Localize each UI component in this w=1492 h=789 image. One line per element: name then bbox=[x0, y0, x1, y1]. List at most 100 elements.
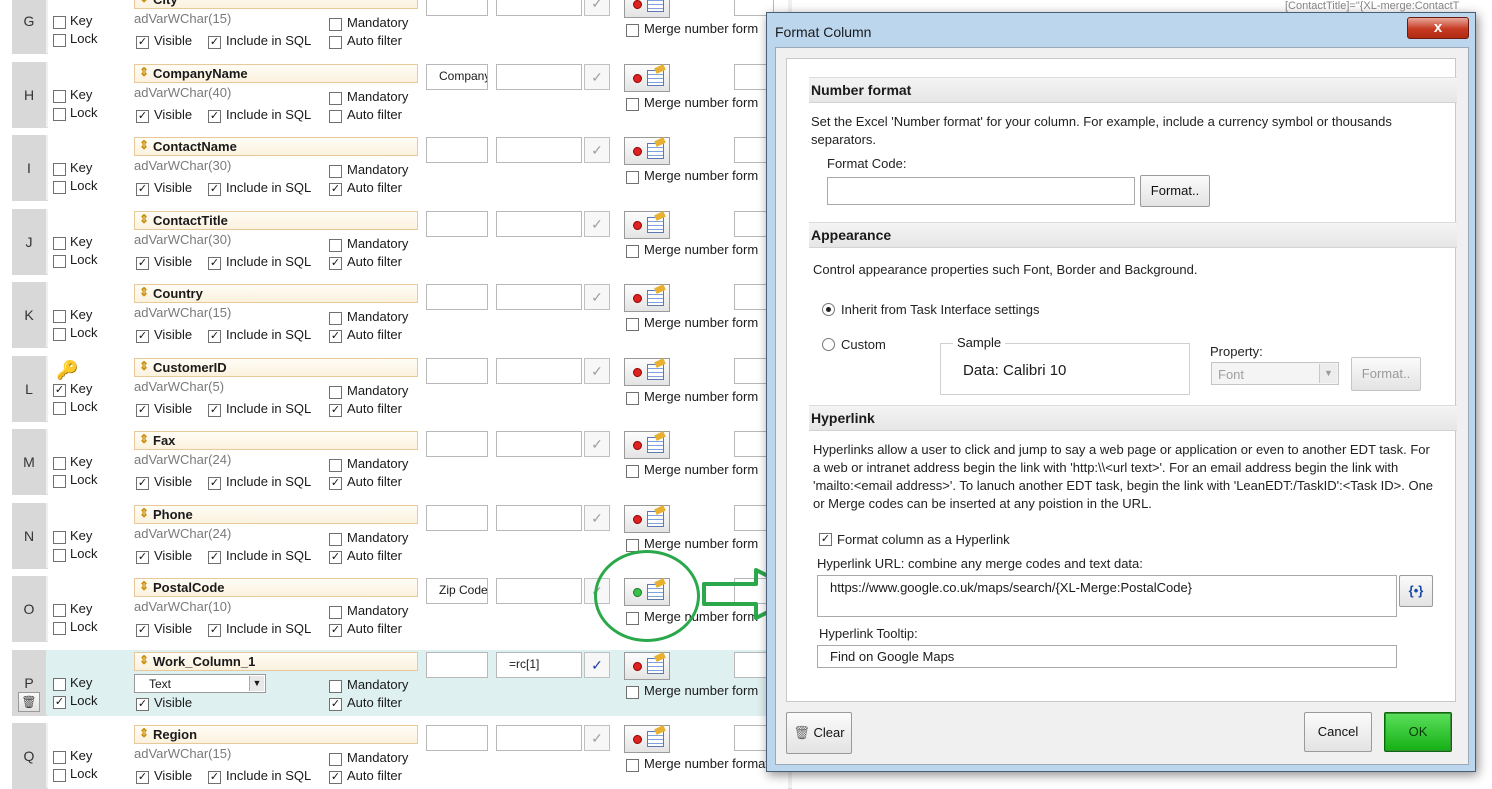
inherit-radio[interactable] bbox=[822, 303, 835, 316]
sort-order-icon[interactable]: ⇕ bbox=[139, 726, 149, 740]
lock-checkbox[interactable] bbox=[53, 769, 66, 782]
confirm-formula-button[interactable]: ✓ bbox=[584, 504, 610, 531]
field-name[interactable]: ⇕ City bbox=[134, 0, 418, 9]
include-sql-checkbox[interactable]: ✓ bbox=[208, 330, 221, 343]
visible-checkbox[interactable]: ✓ bbox=[136, 256, 149, 270]
merge-number-format-checkbox[interactable] bbox=[626, 97, 639, 111]
auto-filter-checkbox[interactable]: ✓ bbox=[329, 183, 342, 196]
sort-order-icon[interactable]: ⇕ bbox=[139, 579, 149, 593]
format-column-button[interactable] bbox=[624, 504, 670, 533]
lock-checkbox[interactable] bbox=[53, 34, 66, 47]
confirm-formula-button[interactable]: ✓ bbox=[584, 357, 610, 384]
mandatory-checkbox[interactable] bbox=[329, 91, 342, 105]
confirm-formula-button[interactable]: ✓ bbox=[584, 431, 610, 457]
close-button[interactable]: x bbox=[1407, 17, 1469, 39]
confirm-formula-button[interactable]: ✓ bbox=[584, 210, 610, 237]
field-name[interactable]: ⇕ ContactTitle bbox=[134, 210, 418, 230]
mandatory-checkbox[interactable] bbox=[329, 753, 342, 766]
include-sql-checkbox[interactable]: ✓ bbox=[208, 109, 221, 123]
header-text-input[interactable] bbox=[426, 210, 488, 237]
auto-filter-checkbox[interactable]: ✓ bbox=[329, 771, 342, 784]
sort-order-icon[interactable]: ⇕ bbox=[139, 653, 149, 667]
visible-checkbox[interactable]: ✓ bbox=[136, 550, 149, 564]
sort-order-icon[interactable]: ⇕ bbox=[139, 359, 149, 373]
appearance-format-button[interactable]: Format.. bbox=[1351, 357, 1421, 391]
header-text-input[interactable] bbox=[426, 137, 488, 163]
confirm-formula-button[interactable]: ✓ bbox=[584, 63, 610, 90]
confirm-formula-button[interactable]: ✓ bbox=[584, 284, 610, 310]
key-checkbox[interactable] bbox=[53, 677, 66, 691]
key-checkbox[interactable] bbox=[53, 310, 66, 323]
header-text-input[interactable] bbox=[426, 284, 488, 310]
mandatory-checkbox[interactable] bbox=[329, 459, 342, 472]
ok-button[interactable]: OK bbox=[1384, 712, 1452, 752]
format-column-button[interactable] bbox=[624, 137, 670, 165]
merge-number-format-checkbox[interactable] bbox=[626, 171, 639, 184]
format-column-button[interactable] bbox=[624, 0, 670, 18]
mandatory-checkbox[interactable] bbox=[329, 165, 342, 178]
field-name[interactable]: ⇕ Region bbox=[134, 725, 418, 744]
custom-radio[interactable] bbox=[822, 338, 835, 351]
formula-input[interactable] bbox=[496, 210, 582, 237]
include-sql-checkbox[interactable]: ✓ bbox=[208, 183, 221, 196]
key-checkbox[interactable] bbox=[53, 16, 66, 29]
lock-checkbox[interactable] bbox=[53, 328, 66, 341]
field-name[interactable]: ⇕ CustomerID bbox=[134, 357, 418, 377]
key-checkbox[interactable] bbox=[53, 89, 66, 103]
include-sql-checkbox[interactable]: ✓ bbox=[208, 256, 221, 270]
sort-order-icon[interactable]: ⇕ bbox=[139, 65, 149, 79]
property-select[interactable]: Font ▼ bbox=[1211, 362, 1339, 385]
key-checkbox[interactable]: ✓ bbox=[53, 383, 66, 397]
lock-checkbox[interactable] bbox=[53, 254, 66, 268]
mandatory-checkbox[interactable] bbox=[329, 238, 342, 252]
field-name[interactable]: ⇕ PostalCode bbox=[134, 578, 418, 597]
merge-number-format-checkbox[interactable] bbox=[626, 538, 639, 552]
header-text-input[interactable] bbox=[426, 725, 488, 751]
key-checkbox[interactable] bbox=[53, 604, 66, 617]
visible-checkbox[interactable]: ✓ bbox=[136, 477, 149, 490]
header-text-input[interactable] bbox=[426, 504, 488, 531]
auto-filter-checkbox[interactable]: ✓ bbox=[329, 550, 342, 564]
delete-column-button[interactable]: 🗑 bbox=[18, 691, 40, 712]
field-name[interactable]: ⇕ Fax bbox=[134, 431, 418, 450]
header-text-input[interactable] bbox=[426, 431, 488, 457]
formula-input[interactable] bbox=[496, 431, 582, 457]
lock-checkbox[interactable]: ✓ bbox=[53, 695, 66, 709]
mandatory-checkbox[interactable] bbox=[329, 18, 342, 31]
field-name[interactable]: ⇕ Country bbox=[134, 284, 418, 303]
key-checkbox[interactable] bbox=[53, 751, 66, 764]
lock-checkbox[interactable] bbox=[53, 107, 66, 121]
include-sql-checkbox[interactable]: ✓ bbox=[208, 36, 221, 49]
mandatory-checkbox[interactable] bbox=[329, 312, 342, 325]
confirm-formula-button[interactable]: ✓ bbox=[584, 137, 610, 163]
visible-checkbox[interactable]: ✓ bbox=[136, 36, 149, 49]
number-format-button[interactable]: Format.. bbox=[1140, 175, 1210, 207]
format-column-button[interactable] bbox=[624, 725, 670, 753]
key-checkbox[interactable] bbox=[53, 457, 66, 470]
mandatory-checkbox[interactable] bbox=[329, 385, 342, 399]
key-checkbox[interactable] bbox=[53, 163, 66, 176]
merge-number-format-checkbox[interactable] bbox=[626, 465, 639, 478]
formula-input[interactable] bbox=[496, 578, 582, 604]
formula-input[interactable] bbox=[496, 63, 582, 90]
visible-checkbox[interactable]: ✓ bbox=[136, 624, 149, 637]
sort-order-icon[interactable]: ⇕ bbox=[139, 0, 149, 5]
field-name[interactable]: ⇕ ContactName bbox=[134, 137, 418, 156]
cancel-button[interactable]: Cancel bbox=[1304, 712, 1372, 752]
auto-filter-checkbox[interactable]: ✓ bbox=[329, 256, 342, 270]
formula-input[interactable] bbox=[496, 504, 582, 531]
format-column-button[interactable] bbox=[624, 651, 670, 680]
auto-filter-checkbox[interactable]: ✓ bbox=[329, 624, 342, 637]
lock-checkbox[interactable] bbox=[53, 622, 66, 635]
formula-input[interactable] bbox=[496, 725, 582, 751]
format-column-button[interactable] bbox=[624, 431, 670, 459]
auto-filter-checkbox[interactable] bbox=[329, 36, 342, 49]
format-column-button[interactable] bbox=[624, 63, 670, 92]
merge-number-format-checkbox[interactable] bbox=[626, 24, 639, 37]
insert-merge-code-button[interactable]: {•} bbox=[1399, 575, 1433, 607]
confirm-formula-button[interactable]: ✓ bbox=[584, 0, 610, 16]
formula-input[interactable] bbox=[496, 284, 582, 310]
visible-checkbox[interactable]: ✓ bbox=[136, 771, 149, 784]
format-column-button[interactable] bbox=[624, 357, 670, 386]
clear-button[interactable]: 🗑 Clear bbox=[786, 712, 852, 754]
